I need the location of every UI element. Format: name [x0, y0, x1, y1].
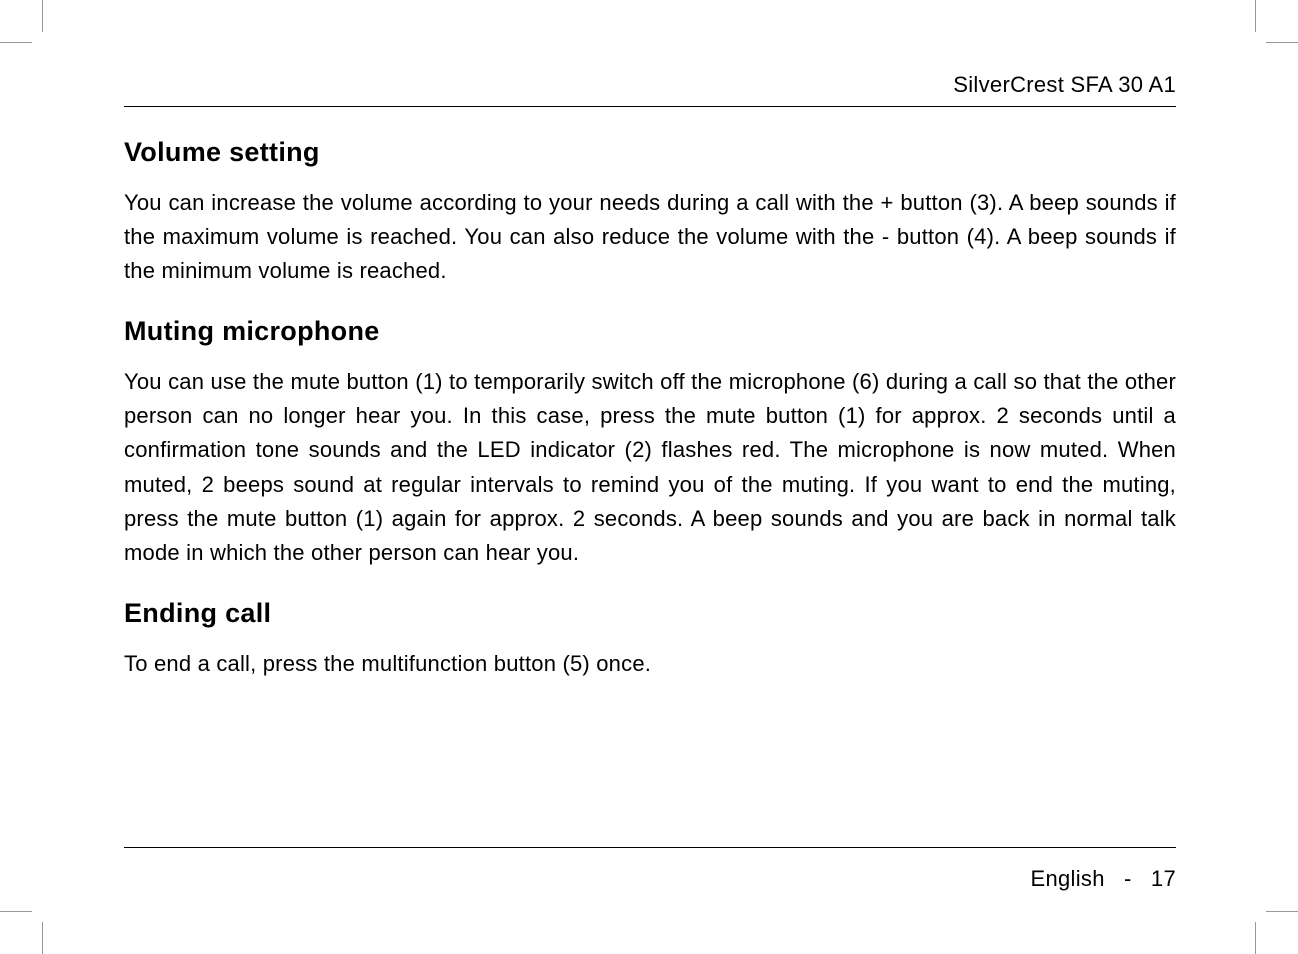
crop-mark — [1266, 42, 1298, 43]
footer-language: English — [1031, 866, 1105, 891]
crop-mark — [0, 42, 32, 43]
crop-mark — [1266, 911, 1298, 912]
section-heading-muting: Muting microphone — [124, 316, 1176, 347]
section-body-ending: To end a call, press the multifunction b… — [124, 647, 1176, 681]
section-body-muting: You can use the mute button (1) to tempo… — [124, 365, 1176, 570]
crop-mark — [1255, 922, 1256, 954]
crop-mark — [42, 922, 43, 954]
crop-mark — [42, 0, 43, 32]
page-footer: English - 17 — [124, 847, 1176, 892]
section-heading-ending: Ending call — [124, 598, 1176, 629]
product-name: SilverCrest SFA 30 A1 — [953, 72, 1176, 97]
page-header: SilverCrest SFA 30 A1 — [124, 72, 1176, 107]
section-heading-volume: Volume setting — [124, 137, 1176, 168]
footer-page-number: 17 — [1151, 866, 1176, 891]
crop-mark — [0, 911, 32, 912]
crop-mark — [1255, 0, 1256, 32]
section-body-volume: You can increase the volume according to… — [124, 186, 1176, 288]
page-container: SilverCrest SFA 30 A1 Volume setting You… — [42, 42, 1256, 912]
page-content: Volume setting You can increase the volu… — [124, 107, 1176, 847]
footer-separator: - — [1124, 866, 1132, 891]
